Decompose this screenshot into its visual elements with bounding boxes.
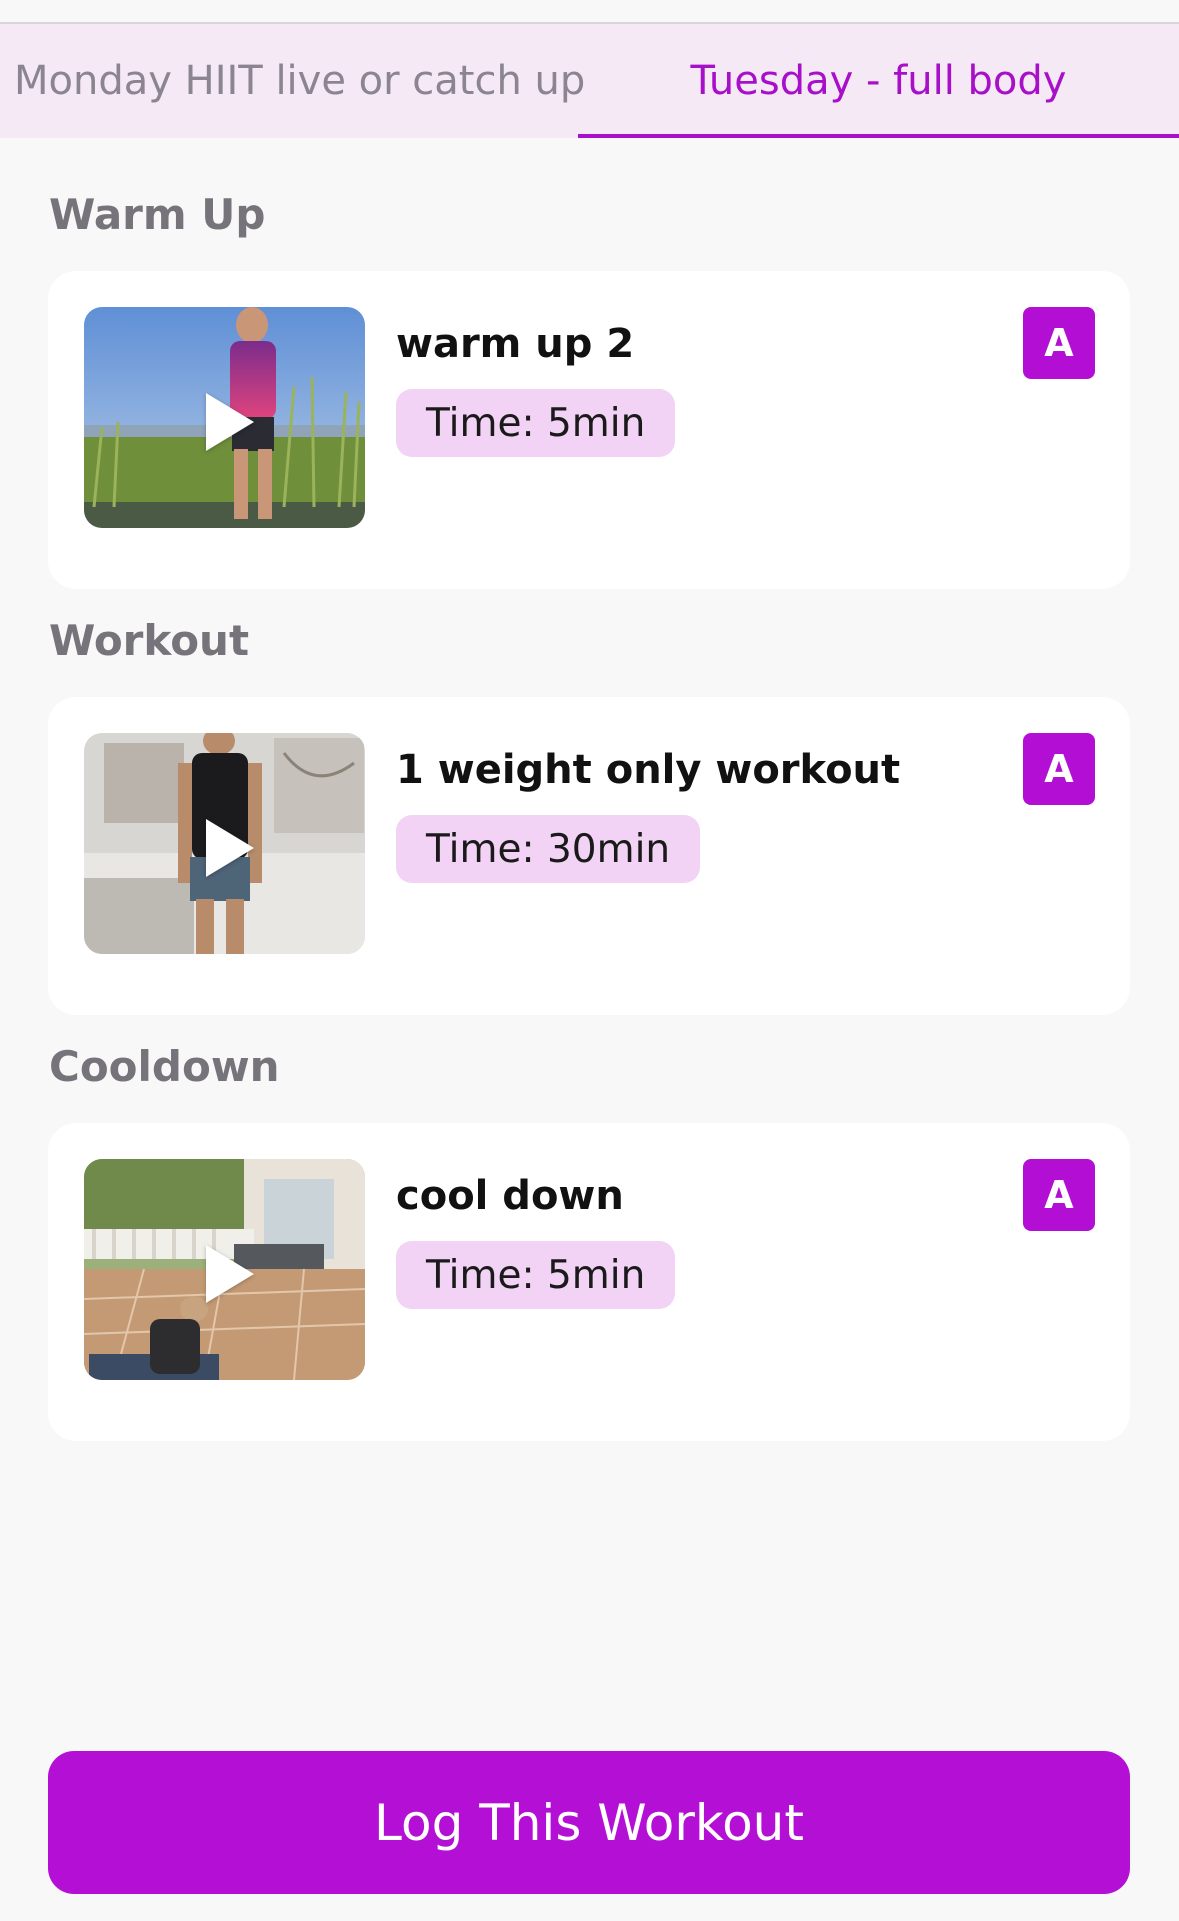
play-icon bbox=[206, 1245, 254, 1303]
exercise-card-cooldown[interactable]: cool down Time: 5min A bbox=[48, 1123, 1130, 1441]
tab-tuesday[interactable]: Tuesday - full body bbox=[578, 24, 1179, 138]
section-title-cooldown: Cooldown bbox=[49, 1042, 280, 1091]
exercise-title: warm up 2 bbox=[396, 321, 635, 367]
exercise-title: 1 weight only workout bbox=[396, 747, 901, 793]
tab-monday[interactable]: Monday HIIT live or catch up bbox=[0, 24, 585, 138]
video-thumbnail[interactable] bbox=[84, 307, 365, 528]
exercise-card-workout[interactable]: 1 weight only workout Time: 30min A bbox=[48, 697, 1130, 1015]
log-workout-button[interactable]: Log This Workout bbox=[48, 1751, 1130, 1894]
exercise-title: cool down bbox=[396, 1173, 624, 1219]
play-icon bbox=[206, 819, 254, 877]
level-badge: A bbox=[1023, 1159, 1095, 1231]
time-badge: Time: 30min bbox=[396, 815, 701, 883]
time-badge: Time: 5min bbox=[396, 389, 676, 457]
video-thumbnail[interactable] bbox=[84, 1159, 365, 1380]
level-badge: A bbox=[1023, 733, 1095, 805]
section-title-workout: Workout bbox=[49, 616, 250, 665]
section-title-warm-up: Warm Up bbox=[49, 190, 266, 239]
time-badge: Time: 5min bbox=[396, 1241, 676, 1309]
tab-bar: Monday HIIT live or catch up Tuesday - f… bbox=[0, 24, 1179, 138]
active-tab-indicator bbox=[578, 134, 1179, 138]
level-badge: A bbox=[1023, 307, 1095, 379]
play-icon bbox=[206, 393, 254, 451]
video-thumbnail[interactable] bbox=[84, 733, 365, 954]
exercise-card-warm-up[interactable]: warm up 2 Time: 5min A bbox=[48, 271, 1130, 589]
